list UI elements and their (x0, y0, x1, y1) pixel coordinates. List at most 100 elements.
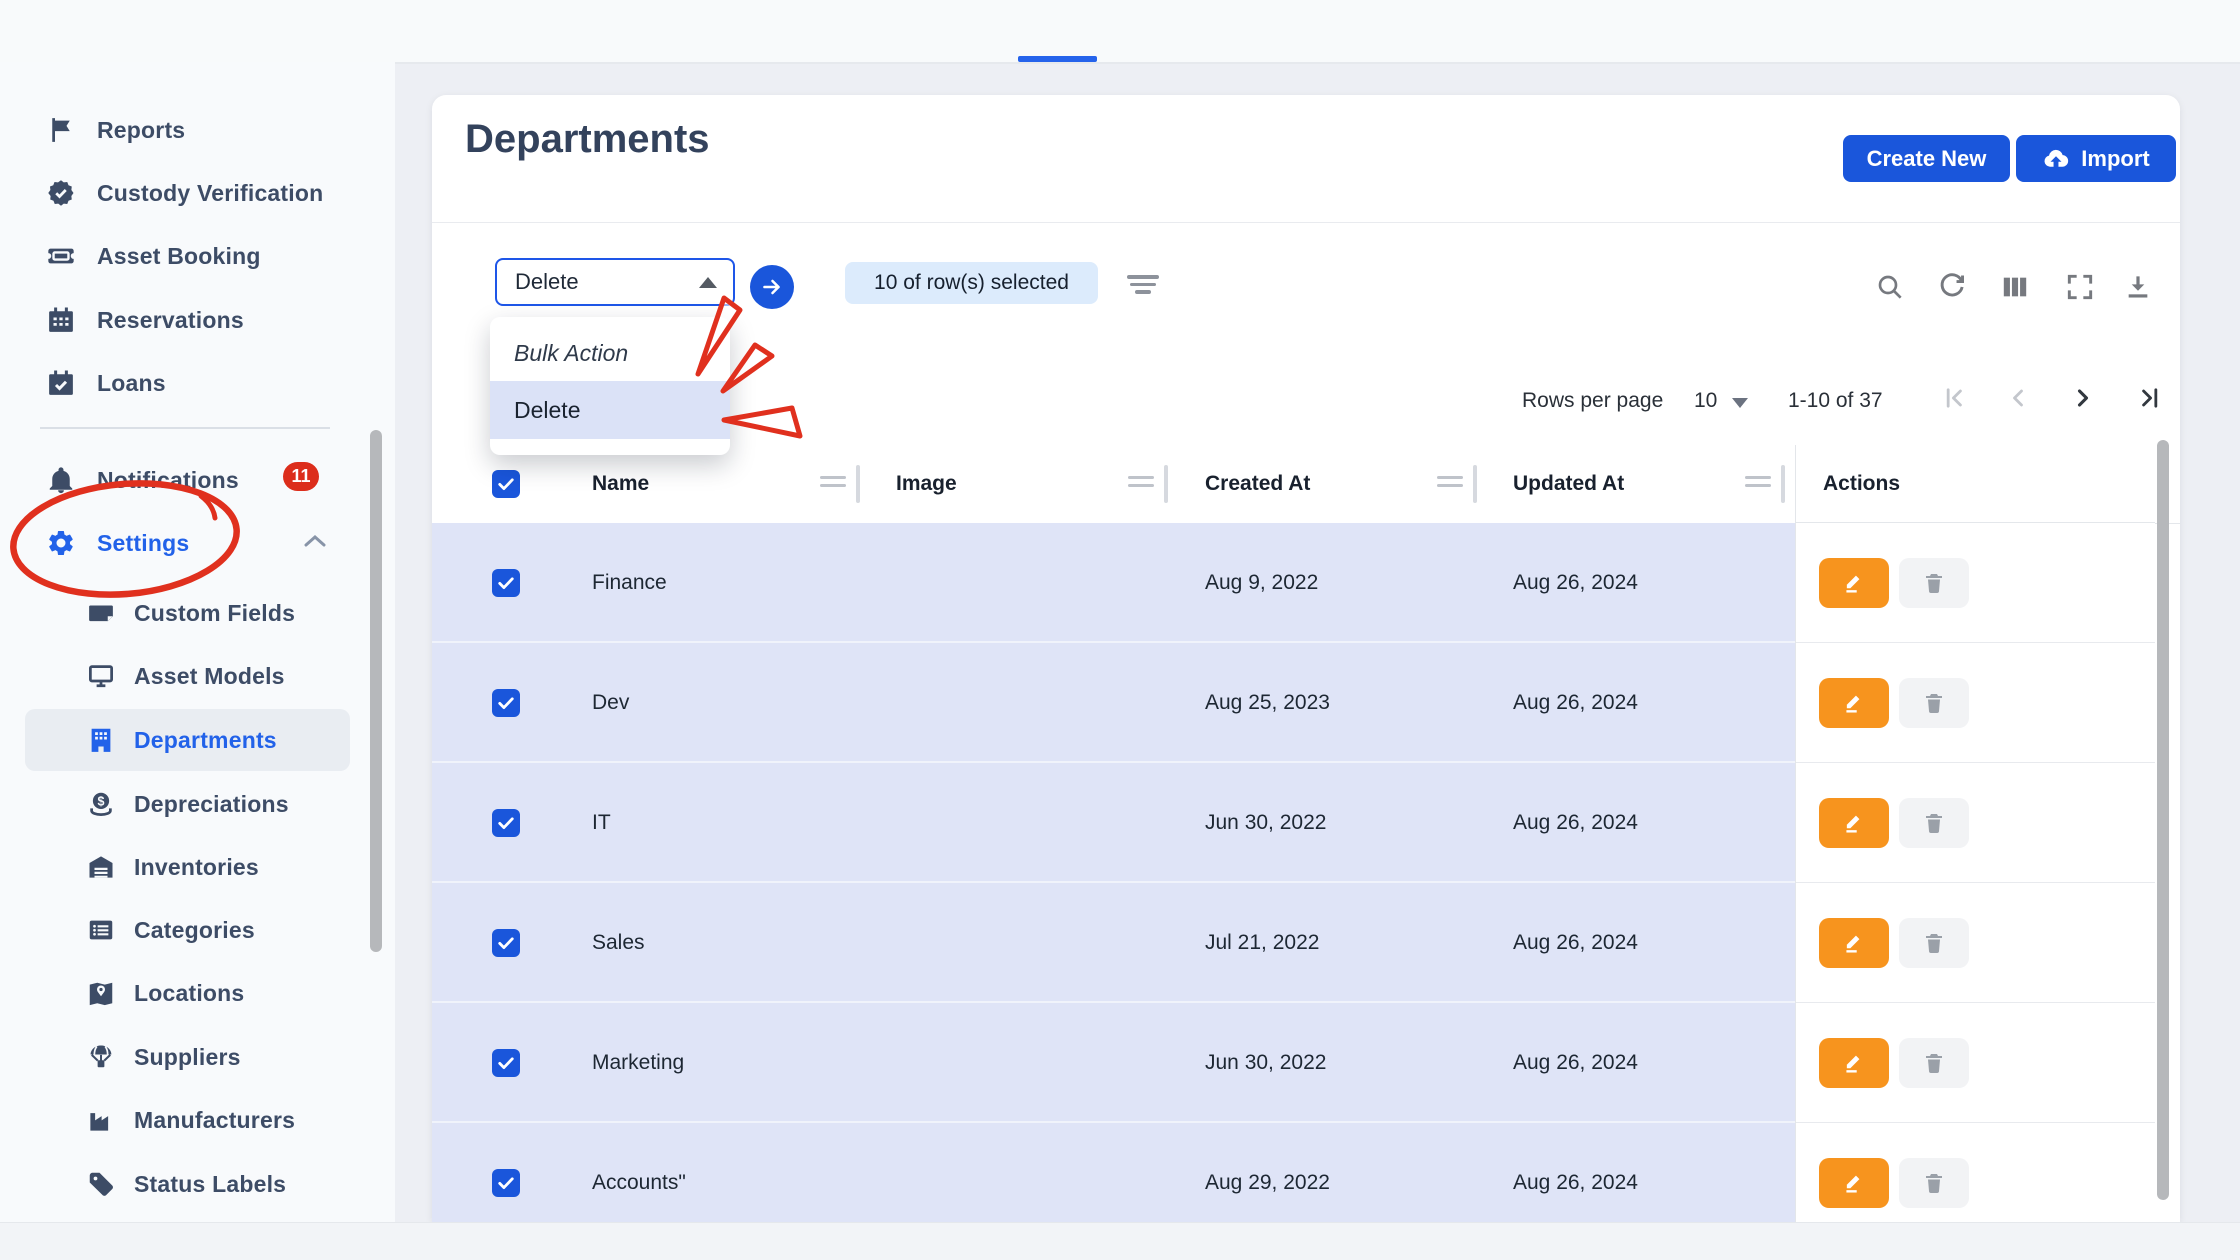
column-divider[interactable] (856, 465, 860, 503)
download-icon[interactable] (2122, 271, 2154, 303)
delete-button[interactable] (1899, 917, 1969, 968)
edit-button[interactable] (1819, 917, 1889, 968)
sidebar-item-reservations[interactable]: Reservations (0, 289, 360, 351)
created-at: Aug 29, 2022 (1205, 1171, 1330, 1194)
column-divider[interactable] (1164, 465, 1168, 503)
create-new-button[interactable]: Create New (1843, 135, 2010, 182)
sidebar-item-reports[interactable]: Reports (0, 99, 360, 161)
table-row[interactable]: Finance Aug 9, 2022 Aug 26, 2024 (432, 523, 1795, 643)
column-resize-handle[interactable] (1745, 476, 1771, 492)
rows-per-page-value[interactable]: 10 (1694, 389, 1717, 413)
next-page-button[interactable] (2069, 384, 2097, 412)
bulk-action-select[interactable]: Delete (495, 258, 735, 306)
column-header-updated-at[interactable]: Updated At (1513, 472, 1624, 496)
sidebar-item-label: Loans (97, 369, 166, 396)
sidebar-item-label: Status Labels (134, 1170, 287, 1197)
delete-button[interactable] (1899, 1157, 1969, 1208)
column-divider[interactable] (1473, 465, 1477, 503)
row-checkbox[interactable] (492, 1049, 520, 1077)
menu-item-bulk-action[interactable]: Bulk Action (490, 325, 730, 381)
sidebar-item-manufacturers[interactable]: Manufacturers (0, 1089, 360, 1151)
search-icon[interactable] (1874, 271, 1906, 303)
edit-pencil-icon (1841, 930, 1867, 956)
column-header-name[interactable]: Name (592, 472, 649, 496)
delete-button[interactable] (1899, 557, 1969, 608)
arrow-right-icon (760, 275, 784, 299)
previous-page-button[interactable] (2004, 384, 2032, 412)
sidebar-item-custom-fields[interactable]: Custom Fields (0, 582, 360, 644)
trash-icon (1922, 1171, 1946, 1195)
first-page-button[interactable] (1940, 384, 1968, 412)
fullscreen-icon[interactable] (2064, 271, 2096, 303)
sidebar-item-locations[interactable]: Locations (0, 962, 360, 1024)
column-header-image[interactable]: Image (896, 472, 957, 496)
row-checkbox[interactable] (492, 929, 520, 957)
column-resize-handle[interactable] (820, 476, 846, 492)
sidebar-item-label: Asset Booking (97, 242, 261, 269)
columns-icon[interactable] (1999, 271, 2031, 303)
sidebar-item-label: Custody Verification (97, 179, 324, 206)
filter-lines-icon[interactable] (1126, 275, 1160, 297)
row-checkbox[interactable] (492, 689, 520, 717)
building-icon (85, 724, 117, 756)
edit-button[interactable] (1819, 557, 1889, 608)
column-resize-handle[interactable] (1437, 476, 1463, 492)
menu-item-delete[interactable]: Delete (490, 381, 730, 439)
notification-badge: 11 (283, 462, 319, 491)
edit-button[interactable] (1819, 1157, 1889, 1208)
last-page-button[interactable] (2136, 384, 2164, 412)
sidebar-scrollbar[interactable] (370, 430, 382, 952)
sidebar-item-status-labels[interactable]: Status Labels (0, 1153, 360, 1215)
trash-icon (1922, 691, 1946, 715)
active-tab-indicator (1018, 56, 1097, 62)
table-scrollbar[interactable] (2157, 440, 2169, 1200)
edit-button[interactable] (1819, 797, 1889, 848)
app-window: Reports Custody Verification Asset Booki… (0, 0, 2240, 1260)
row-checkbox[interactable] (492, 569, 520, 597)
delete-button[interactable] (1899, 797, 1969, 848)
sidebar-item-label: Notifications (97, 466, 239, 493)
sidebar-item-departments[interactable]: Departments (0, 709, 360, 771)
sidebar-divider (40, 427, 330, 429)
table-row[interactable]: IT Jun 30, 2022 Aug 26, 2024 (432, 763, 1795, 883)
import-button[interactable]: Import (2016, 135, 2176, 182)
created-at: Jul 21, 2022 (1205, 931, 1320, 954)
sidebar-item-depreciations[interactable]: $ Depreciations (0, 773, 360, 835)
sidebar-item-loans[interactable]: Loans (0, 352, 360, 414)
column-resize-handle[interactable] (1128, 476, 1154, 492)
sidebar-item-label: Inventories (134, 853, 259, 880)
apply-bulk-action-button[interactable] (750, 265, 794, 309)
sidebar-item-asset-models[interactable]: Asset Models (0, 645, 360, 707)
updated-at: Aug 26, 2024 (1513, 571, 1638, 594)
row-checkbox[interactable] (492, 1169, 520, 1197)
sidebar-item-asset-booking[interactable]: Asset Booking (0, 225, 360, 287)
sidebar: Reports Custody Verification Asset Booki… (0, 62, 395, 1222)
sidebar-item-inventories[interactable]: Inventories (0, 836, 360, 898)
column-header-created-at[interactable]: Created At (1205, 472, 1310, 496)
updated-at: Aug 26, 2024 (1513, 931, 1638, 954)
row-checkbox[interactable] (492, 809, 520, 837)
sidebar-item-custody-verification[interactable]: Custody Verification (0, 162, 360, 224)
table-row[interactable]: Dev Aug 25, 2023 Aug 26, 2024 (432, 643, 1795, 763)
map-pin-icon (85, 977, 117, 1009)
edit-button[interactable] (1819, 677, 1889, 728)
edit-button[interactable] (1819, 1037, 1889, 1088)
delete-button[interactable] (1899, 677, 1969, 728)
delete-button[interactable] (1899, 1037, 1969, 1088)
tag-icon (85, 1168, 117, 1200)
table-row[interactable]: Sales Jul 21, 2022 Aug 26, 2024 (432, 883, 1795, 1003)
caret-down-icon[interactable] (1732, 398, 1748, 408)
edit-pencil-icon (1841, 1170, 1867, 1196)
column-divider[interactable] (1781, 465, 1785, 503)
select-all-checkbox[interactable] (492, 470, 520, 498)
sidebar-item-categories[interactable]: Categories (0, 899, 360, 961)
refresh-icon[interactable] (1936, 271, 1968, 303)
chevron-up-icon[interactable] (304, 534, 326, 548)
department-name: Sales (592, 931, 645, 954)
table-row[interactable]: Marketing Jun 30, 2022 Aug 26, 2024 (432, 1003, 1795, 1123)
sidebar-item-label: Asset Models (134, 662, 285, 689)
header-divider (432, 222, 2180, 223)
sidebar-item-suppliers[interactable]: Suppliers (0, 1026, 360, 1088)
sidebar-item-label: Settings (97, 529, 190, 556)
table-row[interactable]: Accounts" Aug 29, 2022 Aug 26, 2024 (432, 1123, 1795, 1222)
